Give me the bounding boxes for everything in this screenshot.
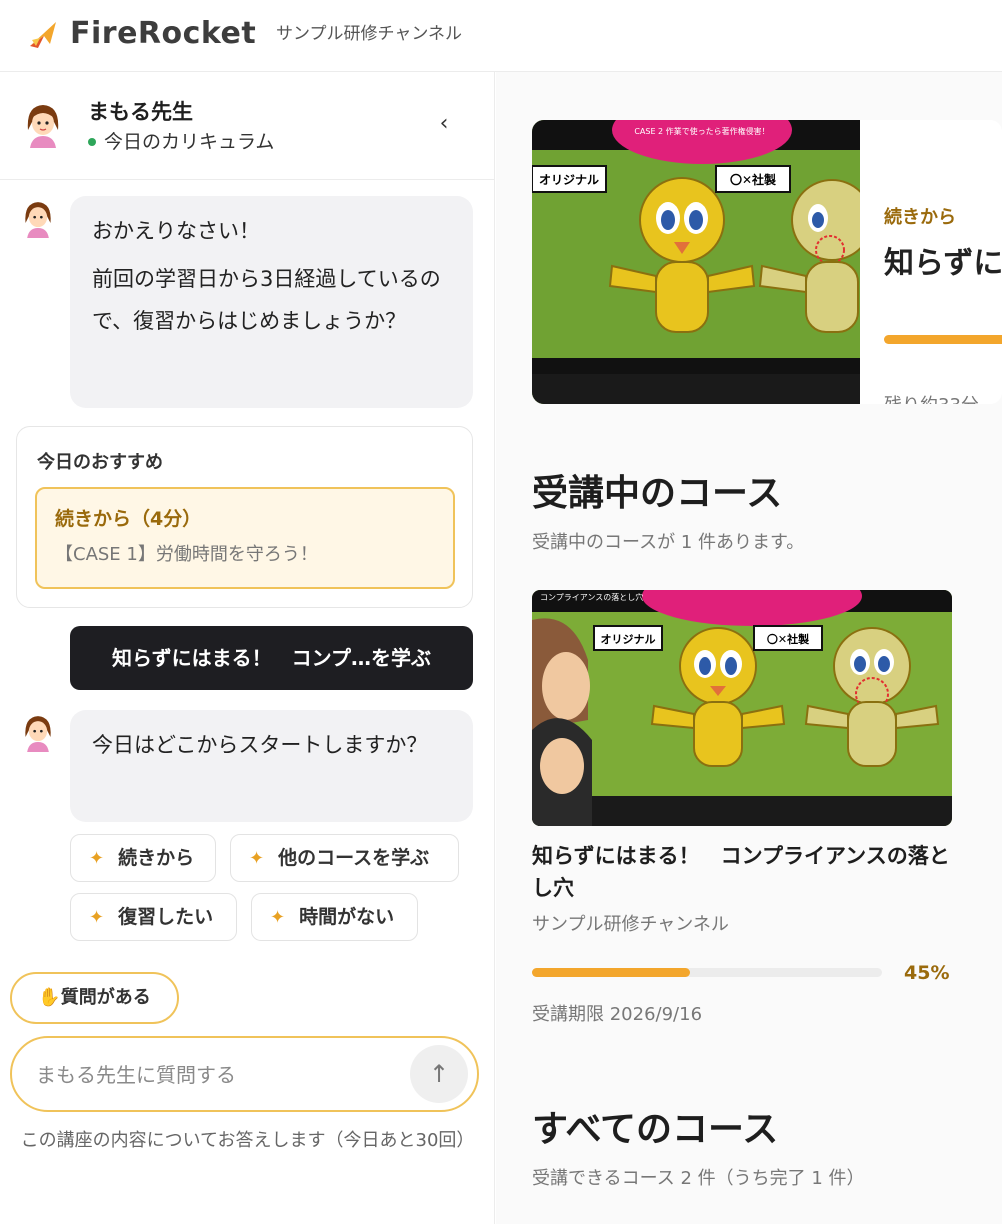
quick-reply-other-courses[interactable]: ✦ 他のコースを学ぶ [230, 834, 459, 882]
recommend-title: 今日のおすすめ [37, 452, 163, 473]
sparkle-icon: ✦ [249, 848, 265, 869]
rocket-logo-icon[interactable] [26, 16, 62, 52]
quick-reply-label: 続きから [118, 847, 195, 869]
speech-original: オリジナル [601, 633, 656, 646]
sparkle-icon: ✦ [89, 848, 105, 869]
teacher-avatar-small [20, 198, 56, 238]
chat-panel: まもる先生 今日のカリキュラム ‹ おかえりなさい！ 前回の学習日から3日経過し… [0, 72, 495, 1224]
quick-reply-label: 復習したい [118, 906, 214, 928]
continue-progress-bar [884, 335, 1002, 344]
course-title[interactable]: 知らずにはまる！ コンプライアンスの落とし穴 [532, 840, 952, 904]
message-line: 前回の学習日から3日経過しているので、復習からはじめましょうか？ [92, 267, 441, 333]
quick-reply-no-time[interactable]: ✦ 時間がない [251, 893, 418, 941]
course-thumbnail[interactable]: CASE 2 作業で使ったら著作権侵害！ オリジナル 〇✕社製 [532, 120, 860, 404]
enrolled-section-subtitle: 受講中のコースが 1 件あります。 [532, 532, 805, 553]
message-line: おかえりなさい！ [92, 219, 260, 243]
enrolled-section-title: 受講中のコース [532, 473, 783, 514]
chevron-left-icon[interactable]: ‹ [430, 110, 458, 138]
app-name[interactable]: FireRocket [70, 16, 256, 52]
recommend-card: 今日のおすすめ 続きから（4分） 【CASE 1】労働時間を守ろう！ [16, 426, 473, 608]
speech-original: オリジナル [539, 173, 599, 187]
all-courses-title: すべてのコース [532, 1109, 779, 1150]
quick-reply-label: 他のコースを学ぶ [278, 847, 430, 869]
continue-label: 続きから [884, 207, 956, 228]
selected-course-message: 知らずにはまる！ コンプ…を学ぶ [70, 626, 473, 690]
recommend-item-title: 続きから（4分） [55, 508, 202, 530]
quick-reply-review[interactable]: ✦ 復習したい [70, 893, 237, 941]
thumb-corner-text: コンプライアンスの落とし穴 [540, 592, 643, 602]
sparkle-icon: ✦ [270, 907, 286, 928]
speech-company: 〇✕社製 [730, 172, 777, 187]
channel-name: サンプル研修チャンネル [276, 24, 462, 44]
continue-info: 続きから 知らずに 残り約33分 [860, 120, 1002, 404]
quick-reply-label: 時間がない [299, 906, 395, 928]
teacher-name: まもる先生 [88, 100, 193, 124]
all-courses-subtitle: 受講できるコース 2 件（うち完了 1 件） [532, 1168, 865, 1189]
online-status-icon [88, 138, 96, 146]
course-thumbnail[interactable]: コンプライアンスの落とし穴 オリジナル 〇✕社製 [532, 590, 952, 826]
continue-card[interactable]: CASE 2 作業で使ったら著作権侵害！ オリジナル 〇✕社製 続きから 知らず… [532, 120, 1002, 404]
chat-input[interactable] [36, 1056, 396, 1094]
recommend-item-subtitle: 【CASE 1】労働時間を守ろう！ [55, 544, 318, 565]
remaining-time: 残り約33分 [884, 394, 979, 404]
speech-company: 〇✕社製 [767, 632, 810, 646]
chat-input-box: ↑ [10, 1036, 479, 1112]
quick-reply-continue[interactable]: ✦ 続きから [70, 834, 216, 882]
chat-message: 今日はどこからスタートしますか？ [70, 710, 473, 822]
top-bar: FireRocket サンプル研修チャンネル [0, 0, 1002, 72]
message-line: 今日はどこからスタートしますか？ [92, 733, 428, 757]
course-progress-fill [532, 968, 690, 977]
course-panel: CASE 2 作業で使ったら著作権侵害！ オリジナル 〇✕社製 続きから 知らず… [496, 72, 1002, 1224]
send-arrow-icon[interactable]: ↑ [410, 1045, 468, 1103]
course-progress-percent: 45% [904, 962, 950, 984]
thumb-caption: CASE 2 作業で使ったら著作権侵害！ [634, 126, 769, 136]
course-channel: サンプル研修チャンネル [532, 914, 729, 935]
usage-note: この講座の内容についてお答えします（今日あと30回） [20, 1130, 475, 1151]
continue-course-title: 知らずに [884, 246, 1002, 281]
teacher-avatar-small [20, 712, 56, 752]
sparkle-icon: ✦ [89, 907, 105, 928]
curriculum-label: 今日のカリキュラム [104, 131, 275, 153]
course-deadline: 受講期限 2026/9/16 [532, 1004, 703, 1025]
teacher-avatar [22, 100, 64, 148]
course-progress-track [532, 968, 882, 977]
chat-message: おかえりなさい！ 前回の学習日から3日経過しているので、復習からはじめましょうか… [70, 196, 473, 408]
ask-question-button[interactable]: ✋質問がある [10, 972, 179, 1024]
chat-header: まもる先生 今日のカリキュラム ‹ [0, 72, 495, 180]
recommend-item[interactable]: 続きから（4分） 【CASE 1】労働時間を守ろう！ [35, 487, 455, 589]
